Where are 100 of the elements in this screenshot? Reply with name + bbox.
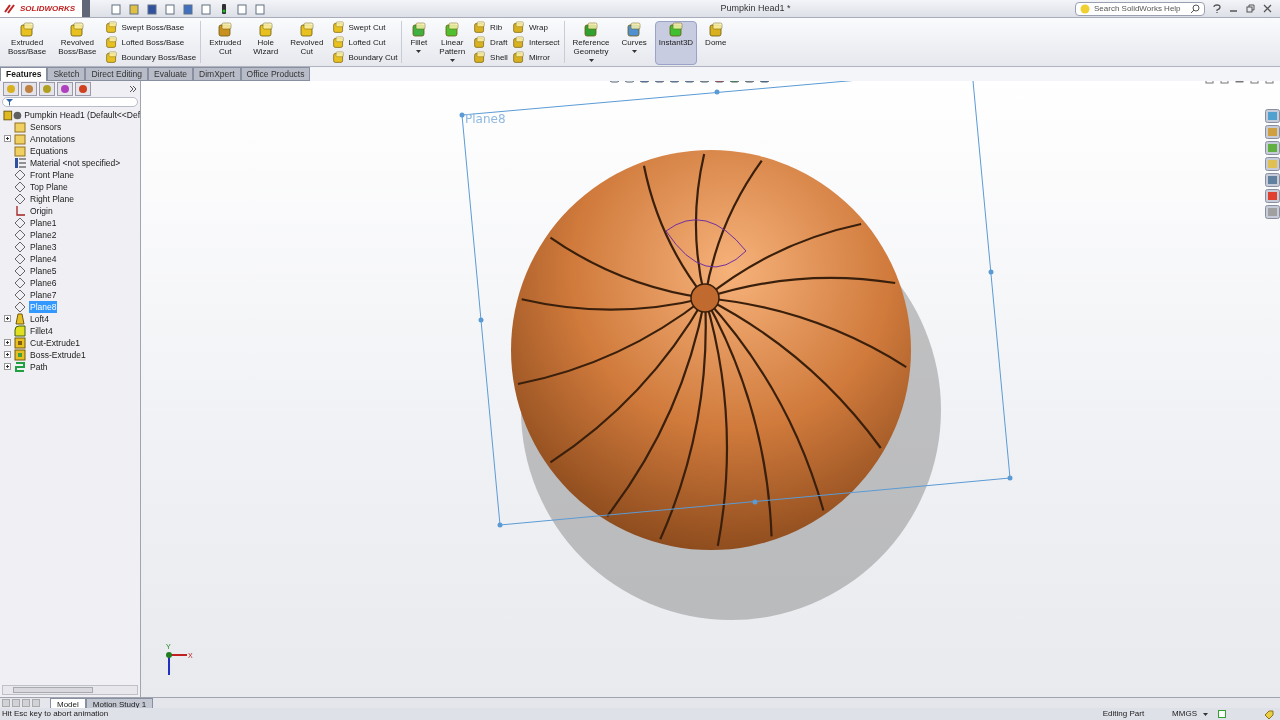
ribbon-button[interactable]: Rib	[473, 21, 508, 34]
panel-toggle[interactable]	[82, 0, 90, 17]
plane-icon	[14, 265, 26, 277]
tree-item[interactable]: Origin	[29, 204, 54, 218]
feature-icon	[257, 22, 274, 38]
expand-icon[interactable]	[3, 135, 11, 142]
ribbon-button[interactable]: Extruded Cut	[205, 21, 246, 65]
extrude-icon	[14, 337, 26, 349]
search-field[interactable]: Search SolidWorks Help	[1075, 1, 1205, 16]
ribbon-button[interactable]: Swept Boss/Base	[104, 21, 197, 34]
feature-icon	[104, 51, 118, 64]
feature-icon	[511, 36, 525, 49]
plane-icon	[14, 289, 26, 301]
tree-item[interactable]: Sensors	[29, 120, 63, 134]
tree-item[interactable]: Annotations	[29, 132, 76, 146]
fillet-icon	[14, 325, 26, 337]
ribbon-button[interactable]: Linear Pattern	[435, 21, 470, 65]
ribbon-button[interactable]: Mirror	[511, 51, 560, 64]
tree-item[interactable]: Loft4	[29, 312, 50, 326]
feature-icon	[331, 51, 345, 64]
toolbar-icon[interactable]	[128, 2, 140, 15]
tree-item[interactable]: Cut-Extrude1	[29, 336, 82, 350]
command-tab[interactable]: Features	[0, 67, 48, 81]
tree-item[interactable]: Plane5	[29, 264, 58, 278]
command-tab[interactable]: DimXpert	[193, 67, 241, 81]
filter-field[interactable]	[2, 97, 138, 107]
command-tab[interactable]: Office Products	[240, 67, 311, 81]
ribbon-button[interactable]: Boundary Boss/Base	[104, 51, 197, 64]
plane-outline[interactable]	[459, 81, 1013, 528]
feature-icon	[444, 22, 461, 38]
feature-icon	[69, 22, 86, 38]
ribbon-button[interactable]: Reference Geometry	[568, 21, 614, 65]
chevron-icon[interactable]	[129, 85, 137, 93]
ribbon-button[interactable]: Wrap	[511, 21, 560, 34]
plane-icon	[14, 253, 26, 265]
tree-item[interactable]: Fillet4	[29, 324, 54, 338]
command-tab[interactable]: Evaluate	[148, 67, 194, 81]
ribbon-button[interactable]: Dome	[701, 21, 731, 65]
plane-icon	[14, 169, 26, 181]
plane-icon	[14, 277, 26, 289]
tree-item[interactable]: Material <not specified>	[29, 156, 122, 170]
feature-icon	[331, 36, 345, 49]
feature-icon	[104, 36, 118, 49]
toolbar-icon[interactable]	[236, 2, 248, 15]
units-selector[interactable]: MMGS	[1172, 708, 1197, 720]
pointer-icon[interactable]	[200, 2, 212, 15]
toolbar-icon[interactable]	[254, 2, 266, 15]
feature-icon	[298, 22, 315, 38]
toolbar-icon[interactable]	[164, 2, 176, 15]
ribbon-button[interactable]: Extruded Boss/Base	[4, 21, 51, 65]
tree-item[interactable]: Plane4	[29, 252, 58, 266]
tree-item[interactable]: Plane2	[29, 228, 58, 242]
toolbar-icon[interactable]	[110, 2, 122, 15]
ribbon-button[interactable]: Fillet	[406, 21, 432, 65]
horizontal-scrollbar[interactable]	[2, 685, 138, 695]
ribbon-button[interactable]: Lofted Boss/Base	[104, 36, 197, 49]
tree-item[interactable]: Equations	[29, 144, 69, 158]
command-tab[interactable]: Direct Editing	[85, 67, 148, 81]
feature-icon	[331, 21, 345, 34]
ribbon-button[interactable]: Boundary Cut	[331, 51, 398, 64]
plane-icon	[14, 301, 26, 313]
tree-item[interactable]: Front Plane	[29, 168, 75, 182]
expand-icon[interactable]	[3, 339, 11, 346]
feature-icon	[626, 22, 643, 38]
tree-item[interactable]: Path	[29, 360, 49, 373]
ribbon-button[interactable]: Hole Wizard	[249, 21, 283, 65]
ribbon-button[interactable]: Revolved Boss/Base	[54, 21, 101, 65]
tree-item[interactable]: Plane1	[29, 216, 58, 230]
ribbon-button[interactable]: Revolved Cut	[286, 21, 328, 65]
ribbon-button[interactable]: Intersect	[511, 36, 560, 49]
origin-icon	[14, 205, 26, 217]
tree-item[interactable]: Boss-Extrude1	[29, 348, 87, 362]
tree-item[interactable]: Plane7	[29, 288, 58, 302]
expand-icon[interactable]	[3, 315, 11, 322]
ribbon-button[interactable]: Draft	[473, 36, 508, 49]
caret-icon	[588, 59, 594, 62]
plane-icon	[14, 241, 26, 253]
ribbon-button[interactable]: Curves	[617, 21, 651, 65]
feature-icon	[511, 51, 525, 64]
expand-icon[interactable]	[3, 363, 11, 370]
tree-root[interactable]: Pumpkin Head1 (Default<<Def	[24, 108, 140, 122]
tree-item[interactable]: Right Plane	[29, 192, 75, 206]
ribbon-button[interactable]: Instant3D	[654, 21, 698, 65]
folder-icon	[14, 145, 26, 157]
tree-item[interactable]: Top Plane	[29, 180, 69, 194]
ribbon-button[interactable]: Lofted Cut	[331, 36, 398, 49]
folder-icon	[14, 133, 26, 145]
tree-item[interactable]: Plane3	[29, 240, 58, 254]
tree-item[interactable]: Plane6	[29, 276, 58, 290]
toolbar-icon[interactable]	[182, 2, 194, 15]
feature-icon	[473, 51, 487, 64]
caret-icon	[449, 59, 455, 62]
search-icon	[1190, 3, 1200, 14]
ribbon-button[interactable]: Swept Cut	[331, 21, 398, 34]
ribbon-button[interactable]: Shell	[473, 51, 508, 64]
toolbar-icon[interactable]	[146, 2, 158, 15]
folder-icon[interactable]	[1265, 157, 1280, 171]
command-tab[interactable]: Sketch	[47, 67, 86, 81]
app-logo: SOLIDWORKS	[20, 2, 76, 15]
expand-icon[interactable]	[3, 351, 11, 358]
